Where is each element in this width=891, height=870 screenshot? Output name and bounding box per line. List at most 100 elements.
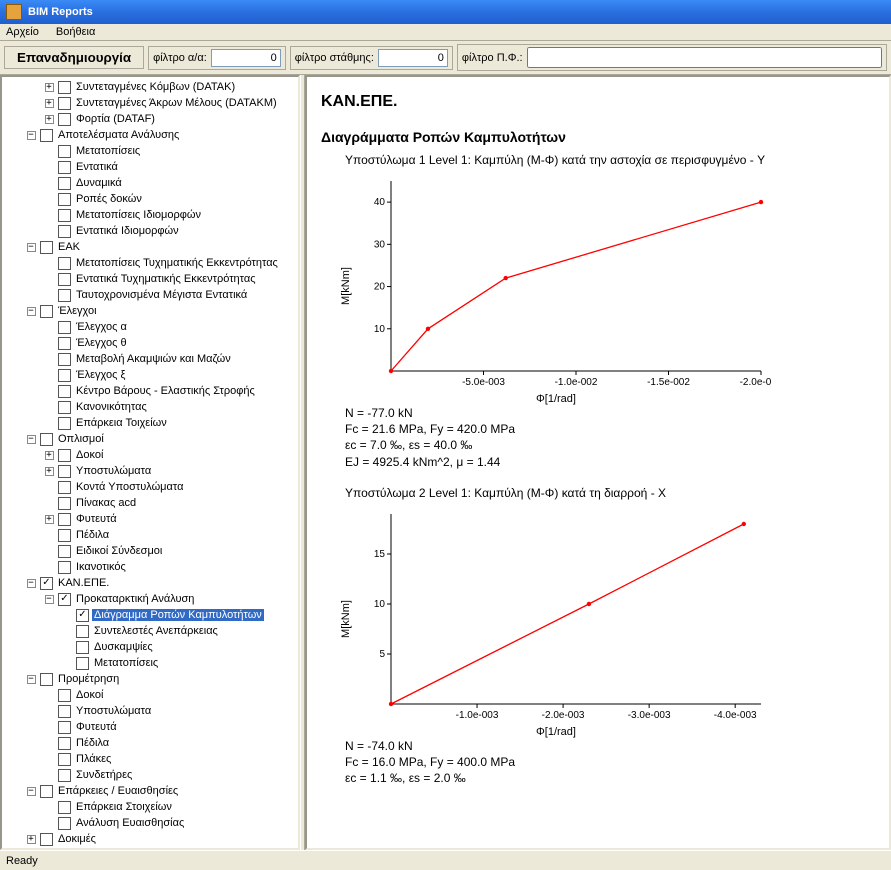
tree-item[interactable]: Κανονικότητας	[4, 399, 298, 415]
recreate-button[interactable]: Επαναδημιουργία	[4, 46, 144, 69]
tree-item-label[interactable]: Πλάκες	[74, 753, 113, 765]
checkbox[interactable]	[58, 513, 71, 526]
checkbox[interactable]	[40, 833, 53, 846]
tree-item[interactable]: −Αποτελέσματα Ανάλυσης	[4, 127, 298, 143]
tree-item[interactable]: − Επάρκειες / Ευαισθησίες	[4, 783, 298, 799]
tree-item[interactable]: Κοντά Υποστυλώματα	[4, 479, 298, 495]
tree-item-label[interactable]: Ειδικοί Σύνδεσμοι	[74, 545, 164, 557]
collapse-icon[interactable]: −	[22, 575, 40, 591]
tree-item-label[interactable]: Μετατοπίσεις Τυχηματικής Εκκεντρότητας	[74, 257, 280, 269]
tree-item[interactable]: Μετατοπίσεις	[4, 655, 298, 671]
tree-item[interactable]: − Οπλισμοί	[4, 431, 298, 447]
tree-item[interactable]: Ειδικοί Σύνδεσμοι	[4, 543, 298, 559]
tree-item[interactable]: Δυναμικά	[4, 175, 298, 191]
collapse-icon[interactable]: −	[22, 783, 40, 799]
collapse-icon[interactable]: −	[22, 671, 40, 687]
checkbox[interactable]	[58, 737, 71, 750]
tree-item[interactable]: Ανάλυση Ευαισθησίας	[4, 815, 298, 831]
tree-item-label[interactable]: Δοκιμές	[56, 833, 98, 845]
checkbox[interactable]	[58, 417, 71, 430]
expand-icon[interactable]: +	[40, 463, 58, 479]
checkbox[interactable]	[76, 609, 89, 622]
tree-item-label[interactable]: Διάγραμμα Ροπών Καμπυλοτήτων	[92, 609, 264, 621]
tree-item[interactable]: −Προκαταρκτική Ανάλυση	[4, 591, 298, 607]
checkbox[interactable]	[58, 561, 71, 574]
tree-item-label[interactable]: Κανονικότητας	[74, 401, 149, 413]
tree-item-label[interactable]: Ανάλυση Ευαισθησίας	[74, 817, 186, 829]
tree-item-label[interactable]: Μετατοπίσεις	[92, 657, 160, 669]
tree-item-label[interactable]: Συντεταγμένες Άκρων Μέλους (DATAKM)	[74, 97, 279, 109]
checkbox[interactable]	[58, 337, 71, 350]
tree-item-label[interactable]: Δοκοί	[74, 689, 105, 701]
tree-item-label[interactable]: Συντελεστές Ανεπάρκειας	[92, 625, 220, 637]
tree-item-label[interactable]: Υποστυλώματα	[74, 465, 153, 477]
tree-item-label[interactable]: Έλεγχος θ	[74, 337, 129, 349]
checkbox[interactable]	[40, 433, 53, 446]
tree-item-label[interactable]: Φυτευτά	[74, 513, 119, 525]
checkbox[interactable]	[58, 321, 71, 334]
filter-pf-input[interactable]	[527, 47, 882, 68]
tree-item[interactable]: Διάγραμμα Ροπών Καμπυλοτήτων	[4, 607, 298, 623]
checkbox[interactable]	[40, 577, 53, 590]
collapse-icon[interactable]: −	[22, 303, 40, 319]
collapse-icon[interactable]: −	[22, 431, 40, 447]
tree-item-label[interactable]: Επάρκεια Στοιχείων	[74, 801, 174, 813]
checkbox[interactable]	[40, 129, 53, 142]
tree-item-label[interactable]: Μετατοπίσεις	[74, 145, 142, 157]
tree-item-label[interactable]: Συνδετήρες	[74, 769, 134, 781]
checkbox[interactable]	[58, 81, 71, 94]
checkbox[interactable]	[58, 497, 71, 510]
checkbox[interactable]	[58, 257, 71, 270]
checkbox[interactable]	[58, 801, 71, 814]
tree-item-label[interactable]: Κέντρο Βάρους - Ελαστικής Στροφής	[74, 385, 257, 397]
tree-item[interactable]: Κέντρο Βάρους - Ελαστικής Στροφής	[4, 383, 298, 399]
expand-icon[interactable]: +	[40, 511, 58, 527]
tree-item-label[interactable]: ΕΑΚ	[56, 241, 82, 253]
checkbox[interactable]	[58, 225, 71, 238]
tree-item[interactable]: Δοκοί	[4, 687, 298, 703]
checkbox[interactable]	[58, 289, 71, 302]
tree-item-label[interactable]: Προκαταρκτική Ανάλυση	[74, 593, 196, 605]
tree-item[interactable]: +Συντεταγμένες Κόμβων (DATAK)	[4, 79, 298, 95]
tree-item[interactable]: + Υποστυλώματα	[4, 463, 298, 479]
tree-item-label[interactable]: Οπλισμοί	[56, 433, 106, 445]
checkbox[interactable]	[58, 209, 71, 222]
checkbox[interactable]	[76, 625, 89, 638]
tree-item[interactable]: Επάρκεια Στοιχείων	[4, 799, 298, 815]
tree-item[interactable]: Μεταβολή Ακαμψιών και Μαζών	[4, 351, 298, 367]
checkbox[interactable]	[40, 305, 53, 318]
expand-icon[interactable]: +	[22, 831, 40, 847]
collapse-icon[interactable]: −	[22, 239, 40, 255]
tree-item-label[interactable]: Επάρκειες / Ευαισθησίες	[56, 785, 180, 797]
tree-item-label[interactable]: Δυσκαμψίες	[92, 641, 155, 653]
menu-help[interactable]: Βοήθεια	[56, 26, 95, 38]
tree-item-label[interactable]: Δοκοί	[74, 449, 105, 461]
tree-item[interactable]: + Δοκιμές	[4, 831, 298, 847]
checkbox[interactable]	[58, 193, 71, 206]
tree-item-label[interactable]: Κοντά Υποστυλώματα	[74, 481, 185, 493]
expand-icon[interactable]: +	[40, 447, 58, 463]
checkbox[interactable]	[58, 353, 71, 366]
checkbox[interactable]	[58, 481, 71, 494]
menu-file[interactable]: Αρχείο	[6, 26, 39, 38]
tree-item[interactable]: Έλεγχος θ	[4, 335, 298, 351]
checkbox[interactable]	[58, 769, 71, 782]
checkbox[interactable]	[58, 529, 71, 542]
tree-item[interactable]: + Φυτευτά	[4, 511, 298, 527]
tree-panel[interactable]: +Συντεταγμένες Κόμβων (DATAK)+Συντεταγμέ…	[0, 75, 300, 850]
checkbox[interactable]	[58, 721, 71, 734]
checkbox[interactable]	[40, 673, 53, 686]
tree-item[interactable]: +Φορτία (DATAF)	[4, 111, 298, 127]
tree-item-label[interactable]: Φυτευτά	[74, 721, 119, 733]
checkbox[interactable]	[58, 593, 71, 606]
expand-icon[interactable]: +	[40, 79, 58, 95]
tree-item-label[interactable]: Έλεγχοι	[56, 305, 99, 317]
tree-item-label[interactable]: Ταυτοχρονισμένα Μέγιστα Εντατικά	[74, 289, 249, 301]
checkbox[interactable]	[58, 449, 71, 462]
tree-item[interactable]: Ικανοτικός	[4, 559, 298, 575]
tree-item-label[interactable]: Ικανοτικός	[74, 561, 128, 573]
checkbox[interactable]	[58, 385, 71, 398]
tree-item-label[interactable]: Πίνακας acd	[74, 497, 138, 509]
tree-item[interactable]: + Δοκοί	[4, 447, 298, 463]
tree-item[interactable]: Συντελεστές Ανεπάρκειας	[4, 623, 298, 639]
